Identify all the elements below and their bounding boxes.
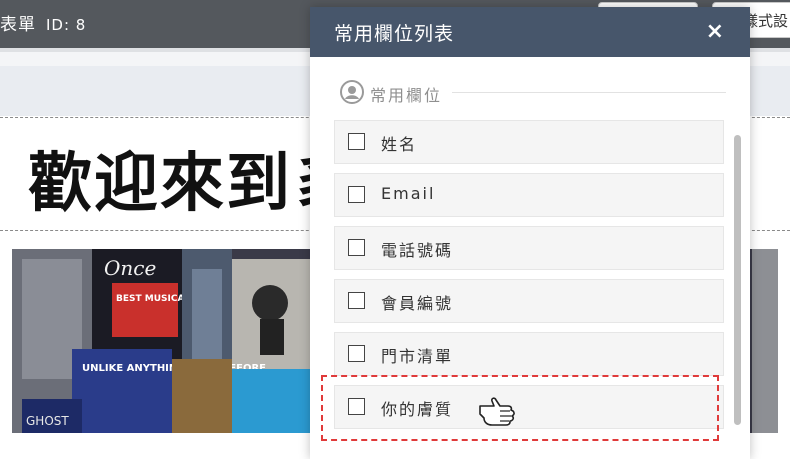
field-checkbox[interactable] (348, 133, 365, 150)
section-divider (452, 92, 726, 93)
field-checkbox[interactable] (348, 345, 365, 362)
modal-header: 常用欄位列表 × (310, 7, 750, 57)
field-option-email[interactable]: Email (334, 173, 724, 217)
page-headline[interactable]: 歡迎來到豸 (28, 132, 358, 224)
field-label: Email (381, 184, 436, 203)
modal-scrollbar[interactable] (734, 135, 741, 425)
field-label: 門市清單 (381, 347, 454, 366)
form-title: 表單 ID: 8 (0, 10, 86, 35)
form-id: ID: 8 (46, 16, 87, 34)
field-checkbox[interactable] (348, 186, 365, 203)
section-header: 常用欄位 (340, 80, 726, 106)
field-label: 電話號碼 (381, 241, 454, 260)
field-option-store-list[interactable]: 門市清單 (334, 332, 724, 376)
field-checkbox[interactable] (348, 239, 365, 256)
user-circle-icon (340, 80, 364, 104)
field-option-name[interactable]: 姓名 (334, 120, 724, 164)
modal-title: 常用欄位列表 (334, 23, 455, 45)
form-title-text: 表單 (0, 15, 36, 35)
section-label: 常用欄位 (370, 86, 443, 105)
field-option-member-id[interactable]: 會員編號 (334, 279, 724, 323)
sign-once: Once (104, 256, 156, 280)
field-label: 姓名 (381, 135, 418, 154)
field-option-phone[interactable]: 電話號碼 (334, 226, 724, 270)
pointer-hand-icon (479, 397, 515, 426)
sign-best: BEST MUSICAL (116, 294, 190, 304)
sign-ghost: GHOST (26, 414, 69, 428)
field-label: 會員編號 (381, 294, 454, 313)
close-icon[interactable]: × (706, 19, 724, 44)
field-checkbox[interactable] (348, 292, 365, 309)
highlight-box (321, 375, 719, 441)
